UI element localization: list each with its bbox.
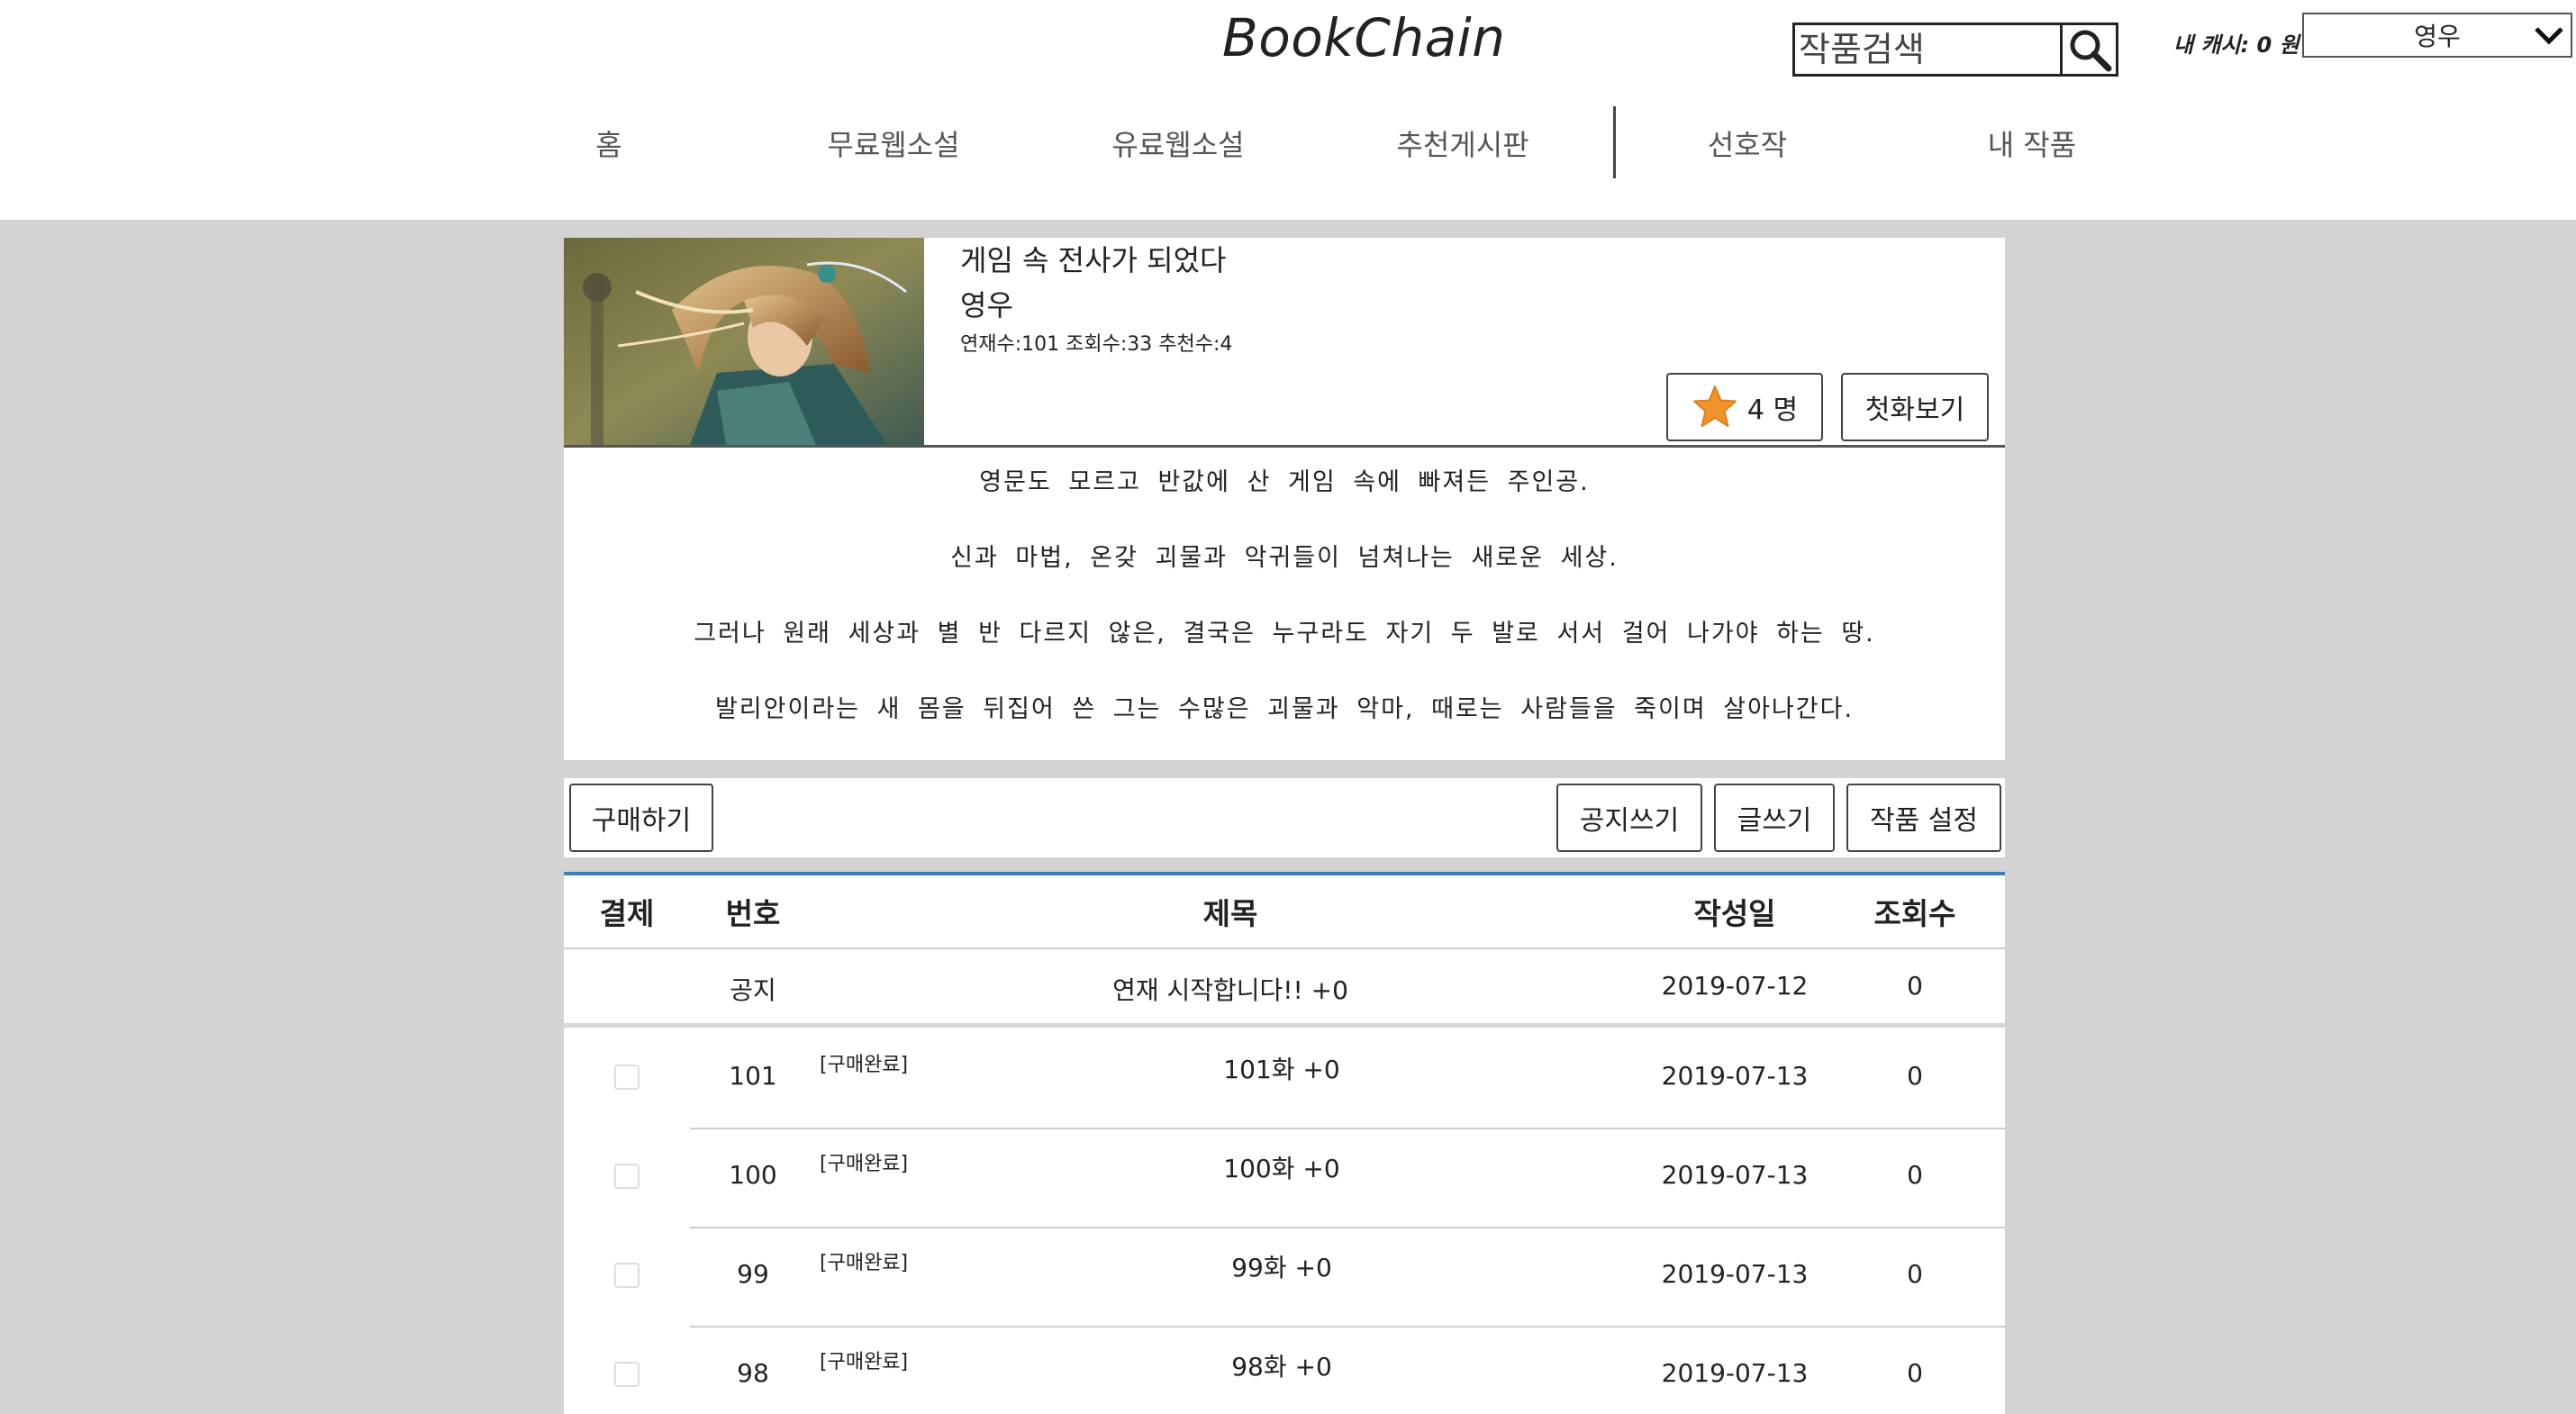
book-author: 영우 — [960, 288, 1013, 322]
cash-balance: 내 캐시: 0 원 — [2173, 32, 2299, 58]
row-divider — [690, 1326, 2005, 1328]
book-info-panel: 게임 속 전사가 되었다 영우 연재수:101 조회수:33 추천수:4 4 명… — [564, 238, 2005, 760]
recommend-button[interactable]: 4 명 — [1666, 373, 1823, 441]
purchase-status-tag: [구매완료] — [820, 1153, 909, 1175]
nav-my-works[interactable]: 내 작품 — [1988, 122, 2077, 164]
book-title: 게임 속 전사가 되었다 — [960, 243, 1227, 277]
column-header-date: 작성일 — [1693, 896, 1776, 931]
nav-free-novels[interactable]: 무료웹소설 — [827, 122, 959, 164]
column-header-pay: 결제 — [599, 896, 655, 931]
chevron-down-icon — [2535, 27, 2563, 45]
episode-table: 결제 번호 제목 작성일 조회수 공지 연재 시작합니다!! +0 2019-0… — [564, 872, 2005, 1414]
work-settings-button[interactable]: 작품 설정 — [1846, 784, 2001, 852]
book-cover-image[interactable] — [564, 238, 924, 445]
episode-views: 0 — [1907, 1160, 1923, 1190]
episode-number: 101 — [729, 1061, 777, 1091]
search-icon — [2070, 30, 2111, 72]
notice-date: 2019-07-12 — [1661, 971, 1809, 1001]
episode-title[interactable]: 98화 +0 — [1231, 1347, 1332, 1383]
episode-title[interactable]: 101화 +0 — [1223, 1050, 1339, 1086]
write-episode-button[interactable]: 글쓰기 — [1714, 784, 1835, 852]
notice-views: 0 — [1907, 971, 1923, 1001]
episode-date: 2019-07-13 — [1661, 1061, 1809, 1091]
episode-number: 98 — [737, 1358, 769, 1388]
purchase-status-tag: [구매완료] — [820, 1252, 909, 1274]
episode-views: 0 — [1907, 1358, 1923, 1388]
nav-favorites[interactable]: 선호작 — [1708, 122, 1787, 164]
episode-views: 0 — [1907, 1061, 1923, 1091]
episode-checkbox[interactable] — [614, 1164, 639, 1189]
notice-title[interactable]: 연재 시작합니다!! +0 — [1112, 971, 1348, 1007]
episode-number: 99 — [737, 1259, 769, 1289]
notice-number: 공지 — [730, 975, 776, 1005]
nav-paid-novels[interactable]: 유료웹소설 — [1111, 122, 1244, 164]
synopsis-line: 발리안이라는 새 몸을 뒤집어 쓴 그는 수많은 괴물과 악마, 때로는 사람들… — [714, 695, 1855, 723]
book-synopsis: 영문도 모르고 반값에 산 게임 속에 빠져든 주인공. 신과 마법, 온갖 괴… — [564, 463, 2005, 766]
synopsis-line: 영문도 모르고 반값에 산 게임 속에 빠져든 주인공. — [979, 468, 1590, 496]
main-nav: 홈 무료웹소설 유료웹소설 추천게시판 선호작 내 작품 — [526, 106, 2237, 178]
user-select[interactable]: 영우 — [2302, 13, 2572, 58]
row-divider — [690, 1227, 2005, 1228]
episode-title[interactable]: 100화 +0 — [1223, 1149, 1339, 1185]
purchase-status-tag: [구매완료] — [820, 1054, 909, 1076]
site-logo[interactable]: BookChain — [1222, 7, 1506, 68]
purchase-status-tag: [구매완료] — [820, 1351, 909, 1373]
search-button[interactable] — [2060, 25, 2116, 74]
nav-divider — [1613, 106, 1616, 178]
recommend-count: 4 명 — [1746, 394, 1799, 426]
site-header: BookChain 내 캐시: 0 원 영우 홈 무료웹소설 유료웹소설 추천게… — [0, 0, 2576, 220]
row-divider — [564, 947, 2005, 949]
star-icon — [1692, 385, 1737, 427]
nav-home[interactable]: 홈 — [595, 122, 621, 164]
row-divider — [564, 1023, 2005, 1028]
episode-views: 0 — [1907, 1259, 1923, 1289]
episode-checkbox[interactable] — [614, 1263, 639, 1288]
column-header-number: 번호 — [725, 896, 781, 931]
row-divider — [690, 1128, 2005, 1129]
nav-recommend-board[interactable]: 추천게시판 — [1396, 122, 1528, 164]
buy-button[interactable]: 구매하기 — [569, 784, 713, 852]
episode-date: 2019-07-13 — [1661, 1160, 1809, 1190]
episode-date: 2019-07-13 — [1661, 1259, 1809, 1289]
episode-checkbox[interactable] — [614, 1065, 639, 1090]
first-episode-button[interactable]: 첫화보기 — [1841, 373, 1989, 441]
episode-title[interactable]: 99화 +0 — [1231, 1248, 1332, 1284]
info-divider — [564, 445, 2005, 448]
book-stats: 연재수:101 조회수:33 추천수:4 — [960, 333, 1233, 356]
episode-checkbox[interactable] — [614, 1362, 639, 1387]
search-input[interactable] — [1795, 25, 2060, 74]
column-header-title: 제목 — [1202, 896, 1258, 931]
user-select-value: 영우 — [2414, 22, 2461, 51]
write-notice-button[interactable]: 공지쓰기 — [1556, 784, 1702, 852]
episode-number: 100 — [729, 1160, 777, 1190]
synopsis-line: 그러나 원래 세상과 별 반 다르지 않은, 결국은 누구라도 자기 두 발로 … — [694, 620, 1875, 648]
synopsis-line: 신과 마법, 온갖 괴물과 악귀들이 넘쳐나는 새로운 세상. — [950, 544, 1619, 572]
search-box — [1792, 23, 2118, 77]
episode-date: 2019-07-13 — [1661, 1358, 1809, 1388]
action-bar: 구매하기 공지쓰기 글쓰기 작품 설정 — [564, 778, 2005, 857]
column-header-views: 조회수 — [1873, 896, 1956, 931]
